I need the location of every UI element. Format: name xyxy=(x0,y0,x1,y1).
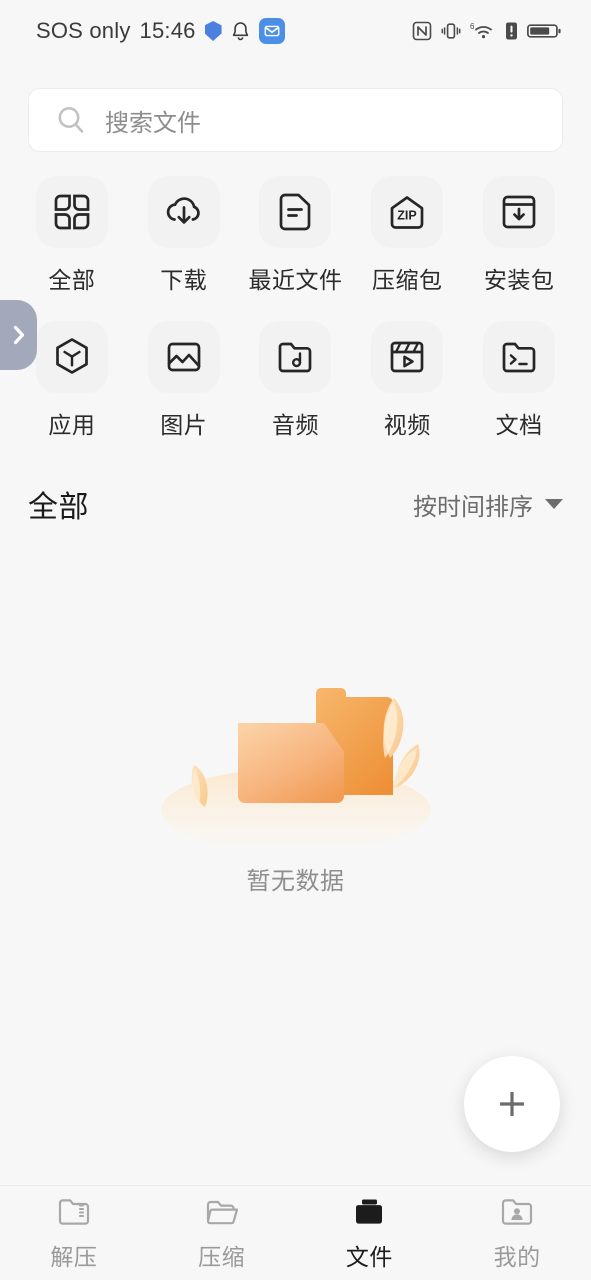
category-documents[interactable]: 文档 xyxy=(463,321,575,440)
terminal-folder-icon xyxy=(483,321,556,393)
carrier-label: SOS only xyxy=(36,18,131,43)
category-label: 下载 xyxy=(160,267,208,293)
package-download-icon xyxy=(483,176,556,248)
vibrate-icon xyxy=(441,21,461,41)
nav-label: 我的 xyxy=(493,1243,541,1270)
category-label: 最近文件 xyxy=(248,267,343,293)
svg-text:ZIP: ZIP xyxy=(398,209,417,223)
files-folder-icon xyxy=(351,1195,387,1229)
search-input[interactable]: 搜索文件 xyxy=(105,103,201,138)
grid-icon xyxy=(35,176,108,248)
status-bar: SOS only 15:46 6 xyxy=(0,0,591,62)
category-label: 图片 xyxy=(160,412,208,438)
category-label: 应用 xyxy=(48,412,96,438)
status-bar-right: 6 xyxy=(412,21,561,41)
message-app-icon xyxy=(258,18,285,44)
category-apk-packages[interactable]: 安装包 xyxy=(463,176,575,295)
add-button[interactable] xyxy=(464,1056,560,1152)
category-row-2: 应用 图片 音频 视频 文档 xyxy=(16,321,575,440)
category-all[interactable]: 全部 xyxy=(16,176,128,295)
plus-icon xyxy=(494,1086,530,1122)
battery-icon xyxy=(527,21,561,41)
clock-label: 15:46 xyxy=(139,18,196,43)
nav-item-compress[interactable]: 压缩 xyxy=(148,1195,296,1272)
music-folder-icon xyxy=(259,321,332,393)
bell-icon xyxy=(231,21,250,42)
video-clapperboard-icon xyxy=(371,321,444,393)
zip-icon: ZIP xyxy=(371,176,444,248)
category-images[interactable]: 图片 xyxy=(128,321,240,440)
empty-folder-illustration xyxy=(146,660,446,845)
wifi-6-icon: 6 xyxy=(470,21,496,41)
chevron-right-icon xyxy=(10,321,28,349)
sort-label: 按时间排序 xyxy=(413,493,533,521)
search-icon xyxy=(55,104,87,136)
nav-item-profile[interactable]: 我的 xyxy=(443,1195,591,1272)
chevron-down-icon xyxy=(545,499,563,509)
unzip-folder-icon xyxy=(56,1195,92,1229)
shield-icon xyxy=(204,21,222,41)
category-recent-files[interactable]: 最近文件 xyxy=(240,176,352,295)
alert-icon xyxy=(505,21,518,41)
page-title: 全部 xyxy=(28,491,89,524)
svg-text:6: 6 xyxy=(470,22,475,31)
search-bar[interactable]: 搜索文件 xyxy=(28,88,563,152)
category-label: 安装包 xyxy=(483,267,555,293)
nfc-icon xyxy=(412,21,432,41)
category-label: 视频 xyxy=(383,412,431,438)
cloud-download-icon xyxy=(147,176,220,248)
category-label: 全部 xyxy=(48,267,96,293)
status-bar-left: SOS only 15:46 xyxy=(36,18,285,44)
empty-state-label: 暂无数据 xyxy=(246,868,345,895)
section-header: 全部 按时间排序 xyxy=(0,478,591,530)
zip-folder-icon xyxy=(204,1195,240,1229)
sort-dropdown[interactable]: 按时间排序 xyxy=(413,487,563,522)
category-label: 文档 xyxy=(495,412,543,438)
empty-state: 暂无数据 xyxy=(0,660,591,896)
category-row-1: 全部 下载 最近文件 ZIP 压缩包 安装包 xyxy=(16,176,575,295)
app-screen: SOS only 15:46 6 搜索文件 全部 下载 最近文件 ZIP 压缩包… xyxy=(0,0,591,1280)
category-audio[interactable]: 音频 xyxy=(240,321,352,440)
image-icon xyxy=(147,321,220,393)
document-icon xyxy=(259,176,332,248)
nav-label: 文件 xyxy=(345,1243,393,1270)
nav-item-extract[interactable]: 解压 xyxy=(0,1195,148,1272)
sidebar-drawer-handle[interactable] xyxy=(0,300,37,370)
category-label: 音频 xyxy=(271,412,319,438)
hexagon-cube-icon xyxy=(35,321,108,393)
category-archives[interactable]: ZIP 压缩包 xyxy=(351,176,463,295)
category-grid: 全部 下载 最近文件 ZIP 压缩包 安装包 应用 图片 音频 视频 文档 xyxy=(0,176,591,440)
nav-label: 解压 xyxy=(50,1243,98,1270)
category-downloads[interactable]: 下载 xyxy=(128,176,240,295)
bottom-navigation: 解压 压缩 文件 我的 xyxy=(0,1185,591,1280)
category-label: 压缩包 xyxy=(372,267,443,293)
category-video[interactable]: 视频 xyxy=(351,321,463,440)
nav-label: 压缩 xyxy=(198,1243,246,1270)
nav-item-files[interactable]: 文件 xyxy=(296,1195,444,1272)
profile-folder-icon xyxy=(499,1195,535,1229)
